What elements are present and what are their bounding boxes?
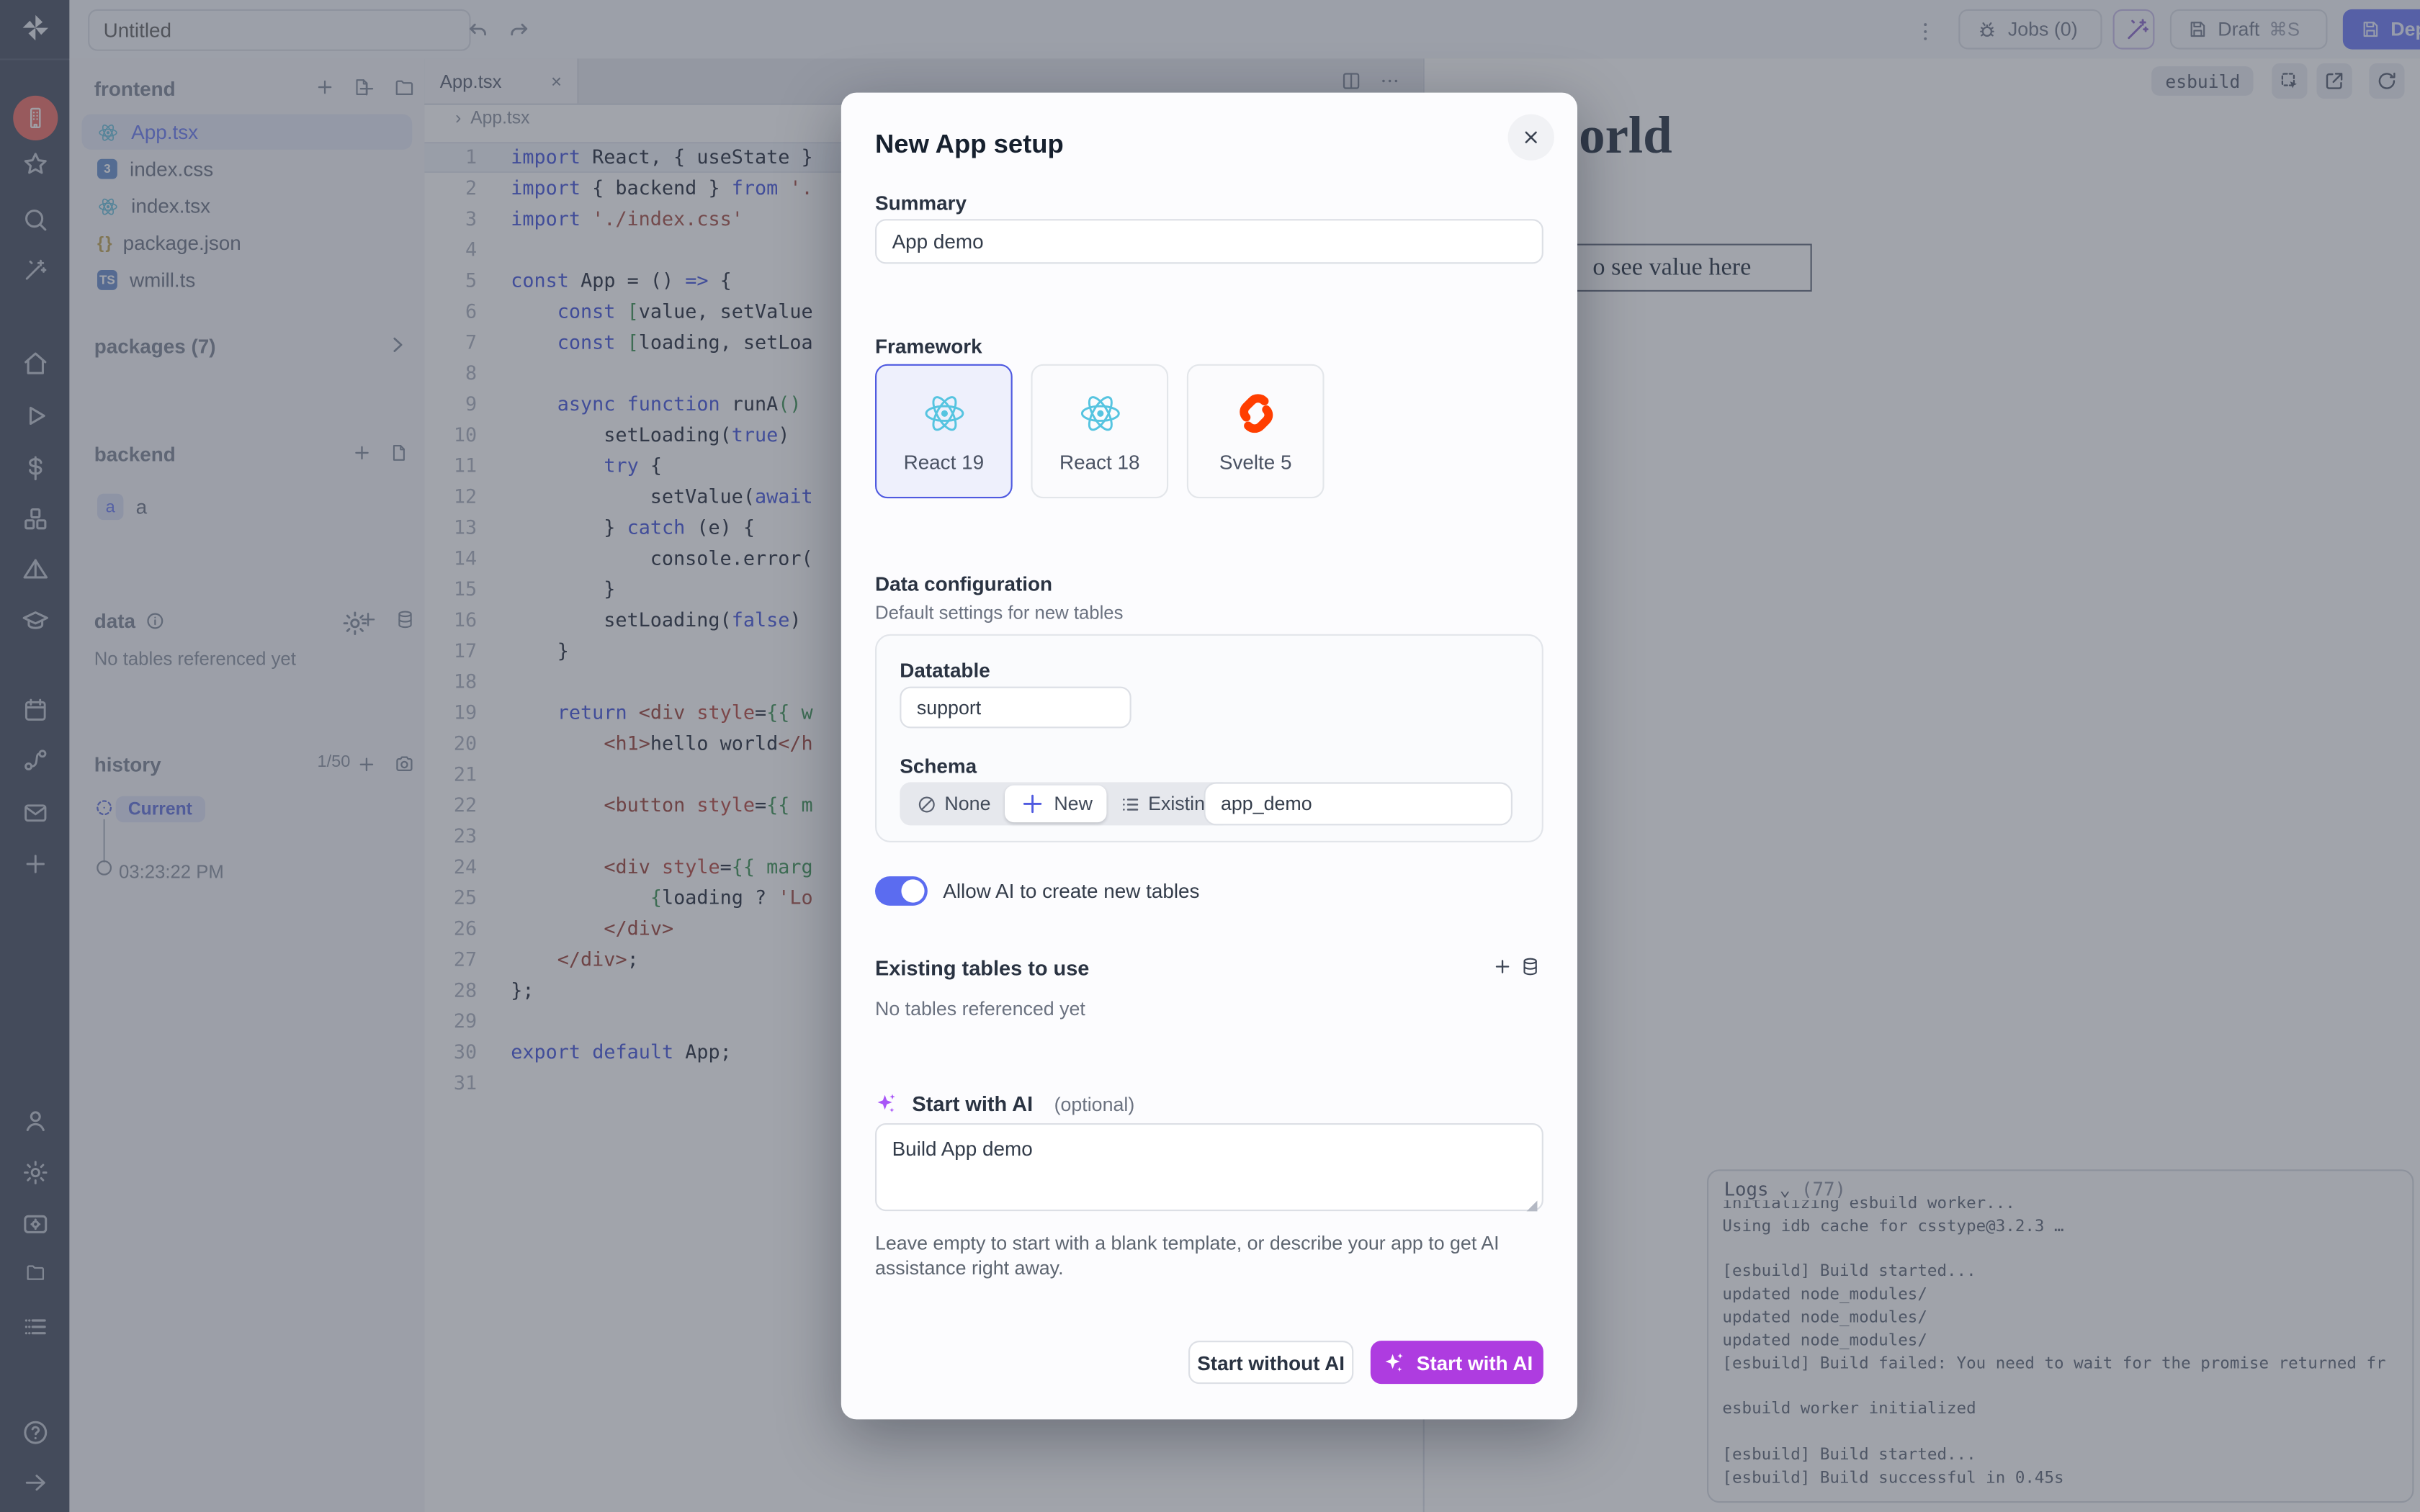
close-modal-button[interactable]: [1508, 114, 1554, 161]
summary-input[interactable]: [875, 219, 1543, 264]
app-window: Jobs (0) Draft ⌘S Deploy frontend App.ts…: [0, 0, 2420, 1512]
resize-handle-icon[interactable]: ◢: [1526, 1197, 1537, 1215]
list-sm-icon: [1121, 794, 1141, 814]
react-logo-icon: [920, 390, 967, 436]
database-icon: [1520, 957, 1541, 977]
existing-tables-title: Existing tables to use: [875, 957, 1089, 980]
framework-card-svelte-5[interactable]: Svelte 5: [1187, 364, 1325, 498]
plus-icon: [1018, 790, 1047, 818]
data-config-subtitle: Default settings for new tables: [875, 602, 1123, 624]
sparkle-icon: [1381, 1350, 1405, 1374]
toggle-knob: [901, 879, 924, 902]
data-config-title: Data configuration: [875, 572, 1052, 595]
start-ai-label: Start with AI: [912, 1092, 1033, 1115]
screenshot-root: Jobs (0) Draft ⌘S Deploy frontend App.ts…: [0, 0, 2420, 1512]
schema-name-input[interactable]: [1204, 782, 1512, 825]
start-with-ai-button[interactable]: Start with AI: [1371, 1341, 1543, 1384]
ai-prompt-textarea[interactable]: Build App demo: [875, 1123, 1543, 1211]
react-logo-icon: [1077, 390, 1123, 436]
allow-ai-toggle[interactable]: [875, 876, 928, 906]
framework-label: Framework: [875, 335, 982, 358]
modal-title: New App setup: [875, 130, 1064, 161]
datatable-input[interactable]: [900, 687, 1131, 729]
sparkle-icon: [874, 1091, 898, 1115]
summary-label: Summary: [875, 192, 967, 215]
schema-segmented-control: NoneNewExisting: [900, 782, 1232, 825]
slash-circle-icon: [917, 794, 937, 814]
start-without-ai-button[interactable]: Start without AI: [1188, 1341, 1353, 1384]
new-app-setup-modal: New App setup Summary Framework React 19…: [841, 93, 1577, 1420]
plus-icon: [1492, 957, 1512, 977]
datatable-label: Datatable: [900, 659, 990, 682]
schema-label: Schema: [900, 755, 977, 778]
close-icon: [1520, 127, 1542, 148]
existing-tables-empty: No tables referenced yet: [875, 998, 1085, 1020]
helper-text: Leave empty to start with a blank templa…: [875, 1231, 1531, 1281]
svelte-logo-icon: [1232, 390, 1278, 436]
framework-card-react-19[interactable]: React 19: [875, 364, 1013, 498]
existing-tables-add-button[interactable]: [1492, 957, 1540, 977]
framework-card-react-18[interactable]: React 18: [1031, 364, 1168, 498]
allow-ai-label: Allow AI to create new tables: [943, 879, 1199, 902]
start-ai-optional: (optional): [1054, 1094, 1135, 1115]
schema-option-new[interactable]: New: [1005, 786, 1106, 822]
schema-option-none[interactable]: None: [903, 786, 1005, 822]
